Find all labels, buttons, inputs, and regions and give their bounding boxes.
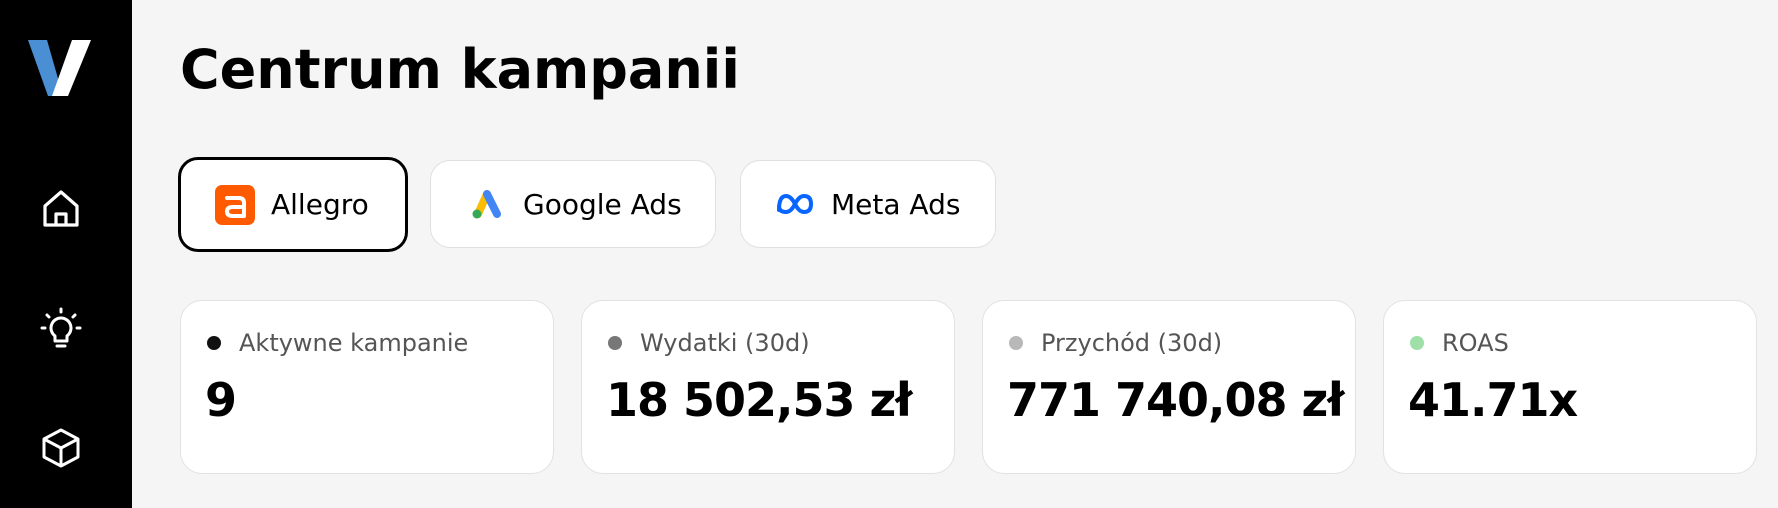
tab-label: Google Ads [523,187,682,221]
stat-value: 41.71x [1408,373,1578,427]
stat-label: Aktywne kampanie [239,329,469,357]
status-dot [207,336,221,350]
tab-google-ads[interactable]: Google Ads [430,160,716,248]
home-icon[interactable] [38,186,84,232]
stat-label: Wydatki (30d) [640,329,810,357]
page-title: Centrum kampanii [180,38,740,101]
stat-card-active-campaigns: Aktywne kampanie 9 [180,300,554,474]
stat-value: 18 502,53 zł [606,373,912,427]
stat-label: Przychód (30d) [1041,329,1223,357]
stat-card-spend: Wydatki (30d) 18 502,53 zł [581,300,955,474]
status-dot [1410,336,1424,350]
stat-value: 9 [205,373,237,427]
status-dot [608,336,622,350]
box-icon[interactable] [38,425,84,471]
meta-icon [775,184,815,224]
tab-label: Meta Ads [831,187,961,221]
logo-icon[interactable] [28,38,94,98]
stat-label: ROAS [1442,329,1509,357]
stat-card-roas: ROAS 41.71x [1383,300,1757,474]
sidebar [0,0,132,508]
tab-allegro[interactable]: Allegro [178,157,408,252]
allegro-icon [215,184,255,225]
google-ads-icon [467,184,507,224]
lightbulb-icon[interactable] [38,306,84,352]
status-dot [1009,336,1023,350]
stat-card-revenue: Przychód (30d) 771 740,08 zł [982,300,1356,474]
tab-label: Allegro [271,188,369,221]
tab-meta-ads[interactable]: Meta Ads [740,160,996,248]
stat-value: 771 740,08 zł [1007,373,1344,427]
